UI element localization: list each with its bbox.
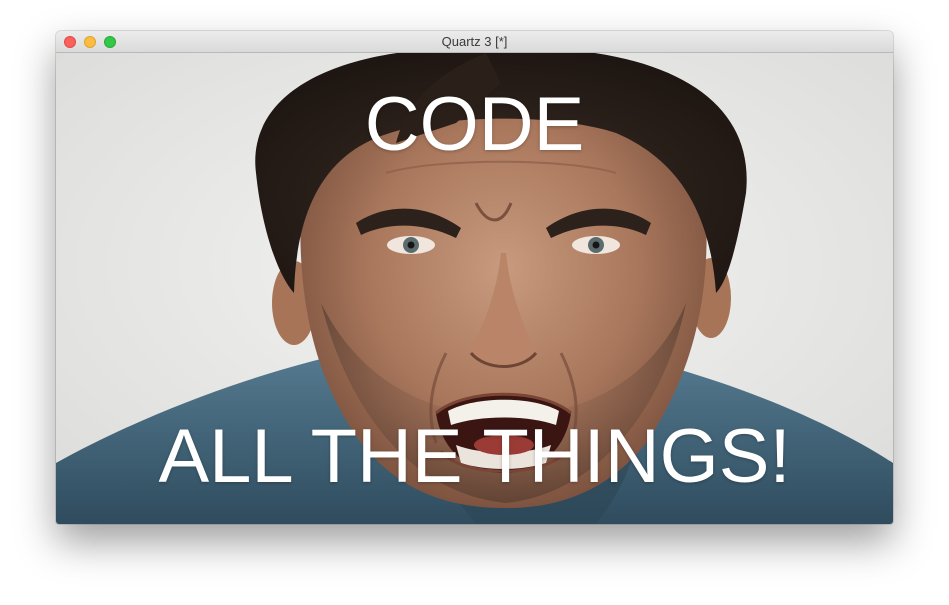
window-title: Quartz 3 [*]: [441, 34, 508, 49]
window-titlebar[interactable]: Quartz 3 [*]: [56, 31, 893, 53]
meme-bottom-text: ALL THE THINGS!: [158, 414, 791, 499]
meme-canvas: CODE ALL THE THINGS!: [56, 53, 893, 524]
meme-top-text: CODE: [364, 82, 585, 167]
app-window: Quartz 3 [*] CODE ALL THE THINGS!: [56, 31, 893, 524]
desktop: Quartz 3 [*] CODE ALL THE THINGS!: [0, 0, 949, 605]
